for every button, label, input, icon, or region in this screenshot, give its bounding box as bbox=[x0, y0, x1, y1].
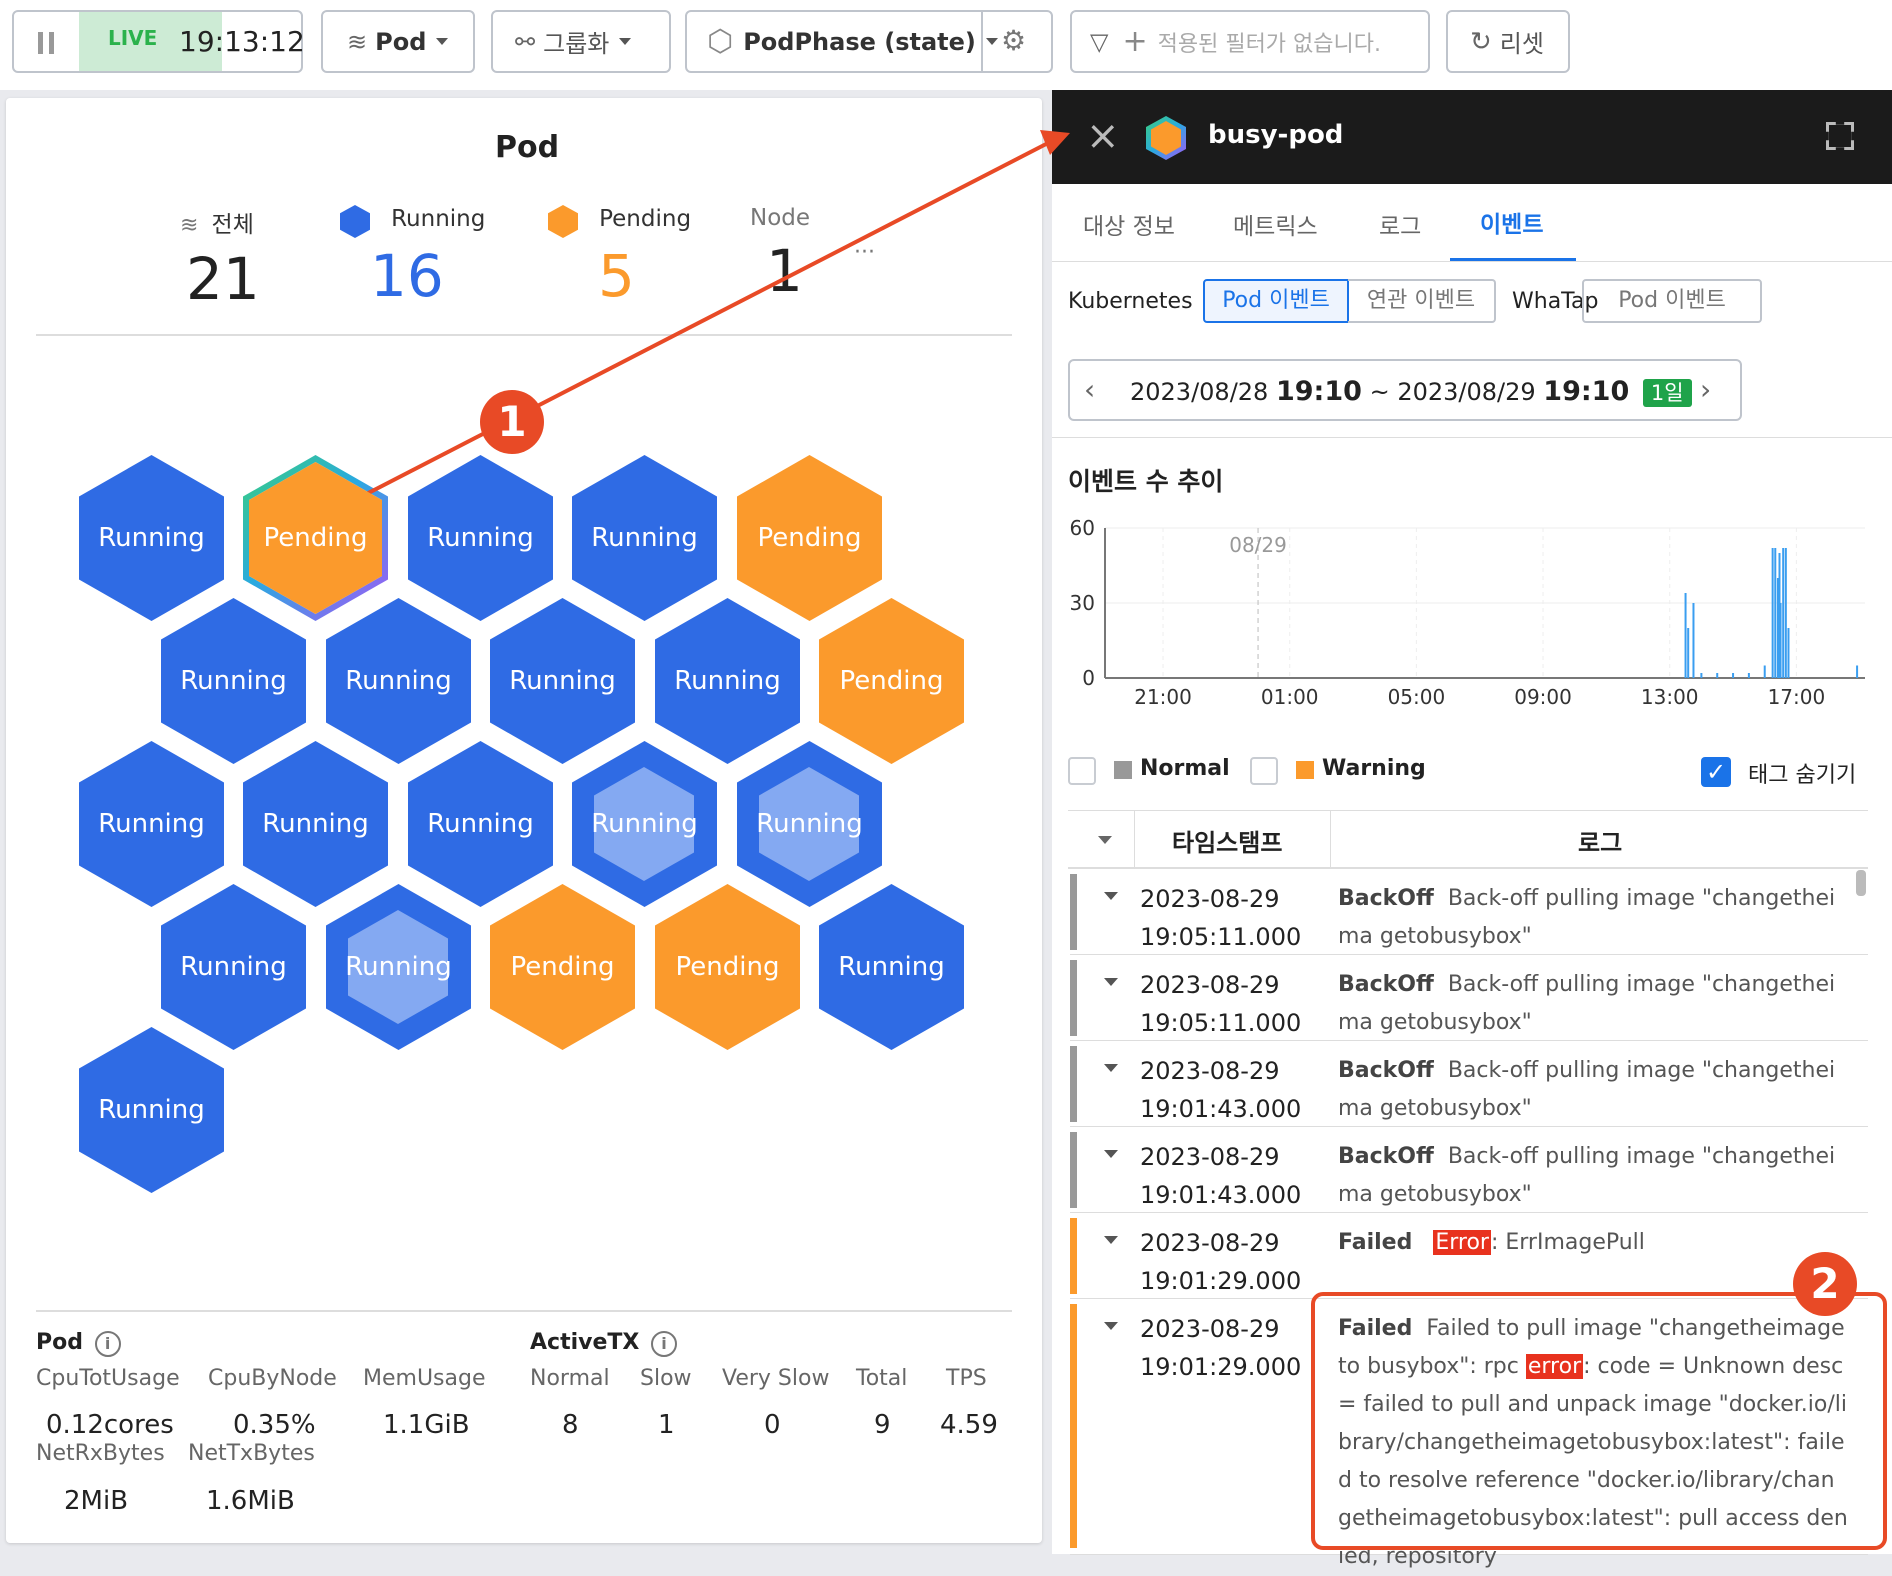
callout-2-badge: 2 bbox=[1793, 1252, 1857, 1316]
pod-hex-label: Pending bbox=[263, 523, 368, 553]
callout-2-frame bbox=[1311, 1292, 1887, 1550]
callout-1-badge: 1 bbox=[480, 390, 544, 454]
